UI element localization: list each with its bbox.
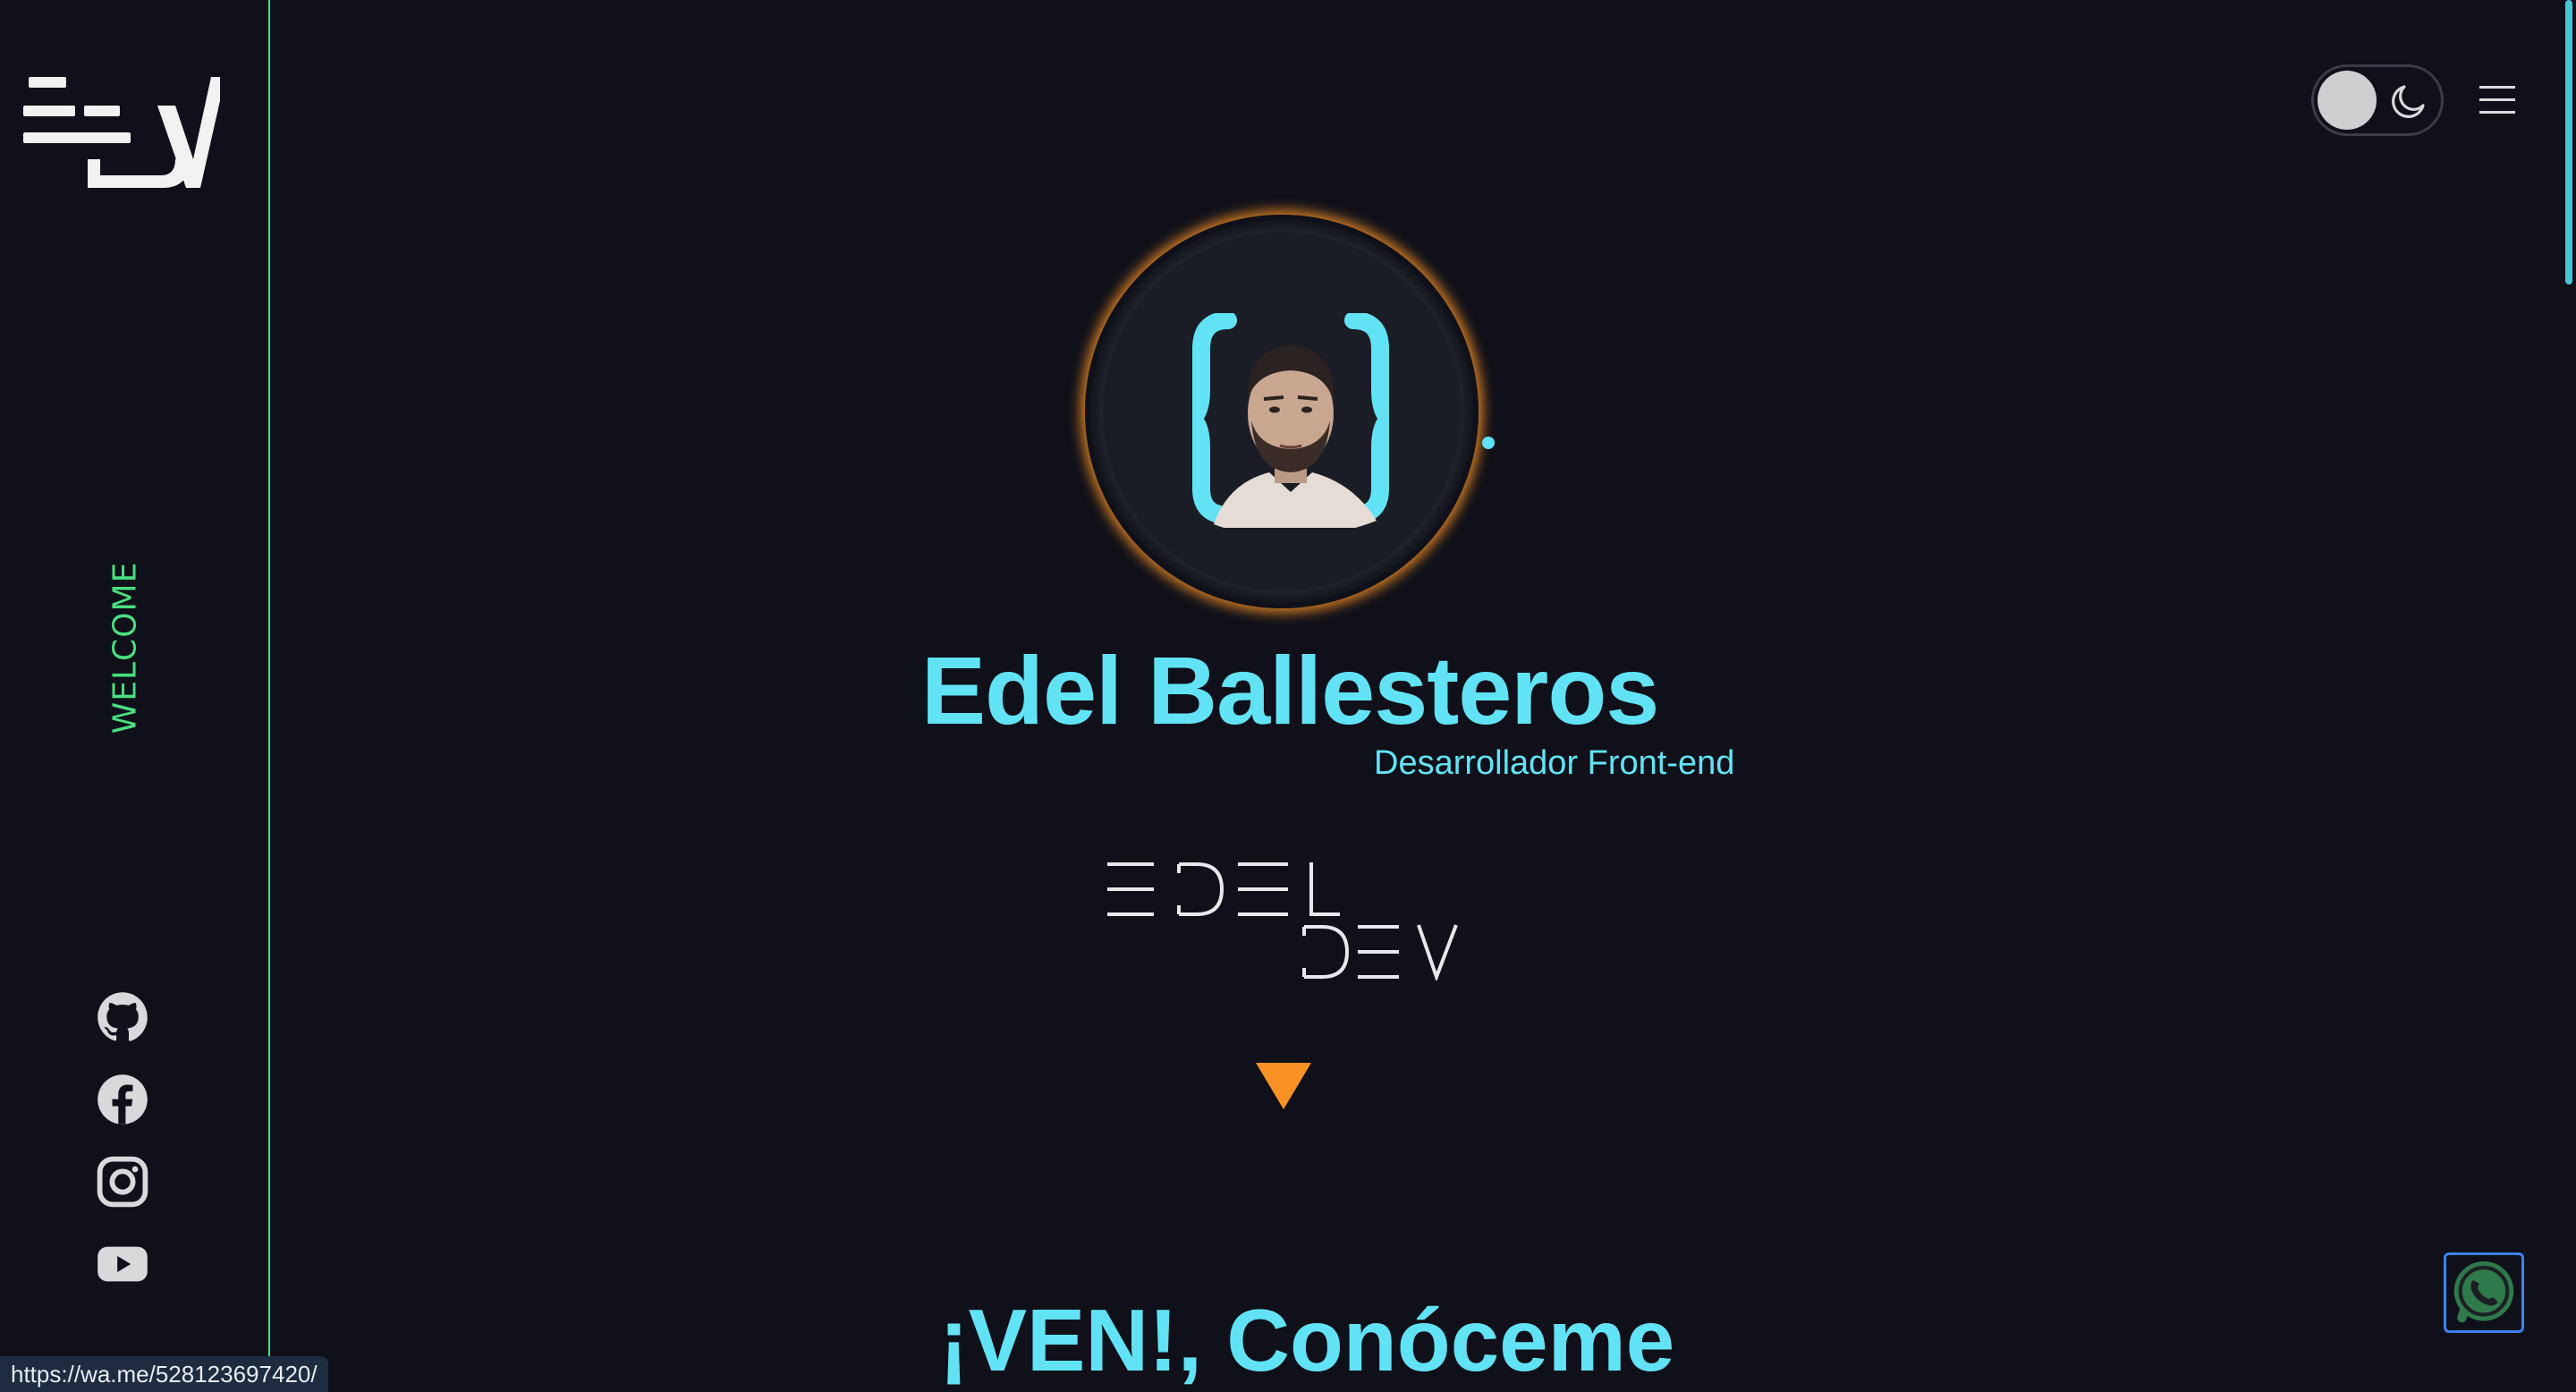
facebook-icon[interactable]	[97, 1074, 148, 1125]
section-title: ¡VEN!, Conóceme	[939, 1291, 1675, 1389]
hamburger-menu-icon[interactable]	[2478, 82, 2517, 118]
theme-toggle[interactable]	[2311, 64, 2444, 136]
hero-name: Edel Ballesteros	[921, 636, 1659, 744]
profile-avatar-ring	[1085, 215, 1495, 608]
github-icon[interactable]	[97, 991, 148, 1043]
profile-avatar-frame	[1103, 233, 1495, 590]
instagram-icon[interactable]	[97, 1156, 148, 1208]
hero-role: Desarrollador Front-end	[1374, 744, 1735, 782]
edel-dev-logo[interactable]	[23, 70, 220, 195]
status-bar-url: https://wa.me/528123697420/	[0, 1356, 328, 1392]
scrollbar-thumb[interactable]	[2565, 0, 2572, 284]
whatsapp-button[interactable]	[2444, 1252, 2524, 1333]
toggle-knob	[2318, 71, 2377, 130]
whatsapp-icon	[2453, 1261, 2514, 1323]
social-links	[97, 991, 154, 1290]
sidebar: WELCOME	[0, 0, 270, 1392]
orbit-dot	[1482, 437, 1495, 449]
welcome-label: WELCOME	[106, 561, 144, 734]
profile-photo	[1192, 313, 1389, 528]
moon-icon	[2392, 85, 2425, 118]
down-triangle-icon[interactable]	[1256, 1063, 1311, 1109]
edel-dev-wordmark	[1107, 862, 1458, 980]
youtube-icon[interactable]	[97, 1238, 148, 1290]
